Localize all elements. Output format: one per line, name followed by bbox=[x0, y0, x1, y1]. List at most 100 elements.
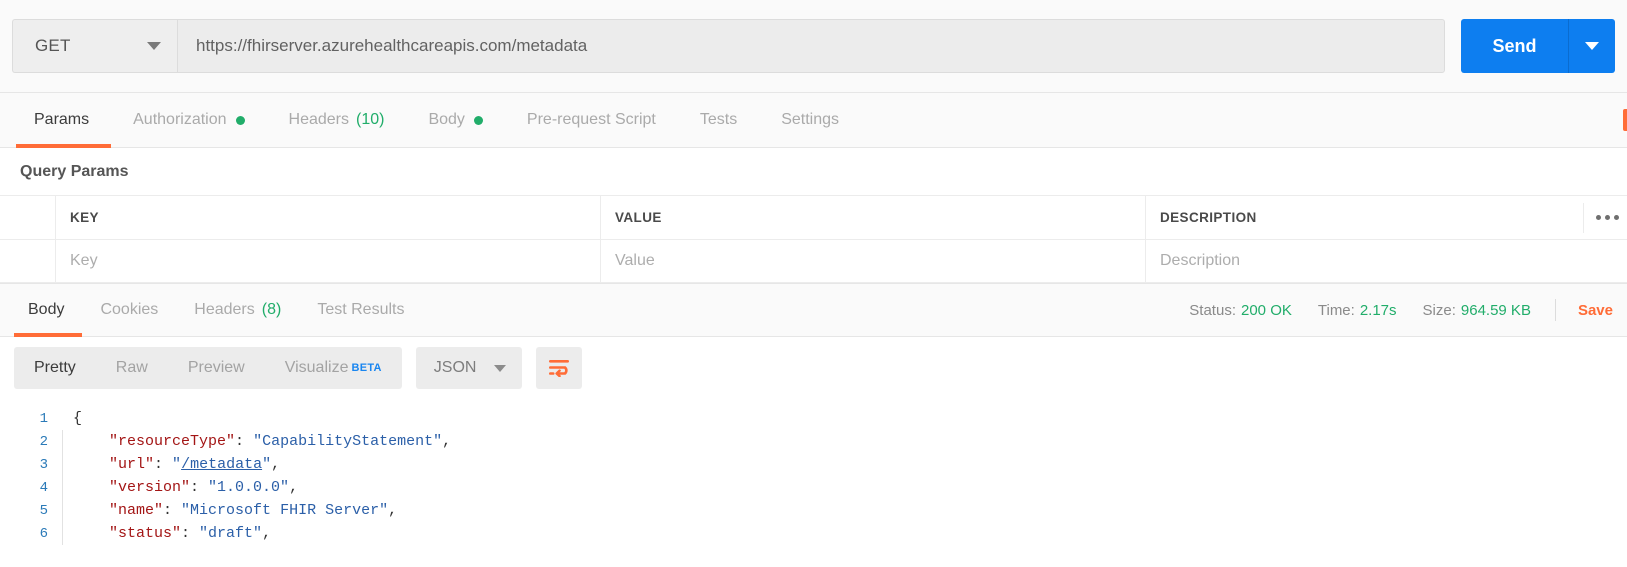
tab-label: Authorization bbox=[133, 111, 227, 128]
tab-label: Tests bbox=[699, 111, 738, 128]
code-line-number: 5 bbox=[39, 502, 48, 519]
json-punctuation: , bbox=[262, 525, 272, 542]
format-tab-label: Preview bbox=[187, 359, 245, 376]
time-label: Time: bbox=[1317, 301, 1355, 319]
json-punctuation: , bbox=[289, 479, 299, 496]
json-punctuation bbox=[73, 433, 109, 450]
json-punctuation: : bbox=[181, 525, 200, 542]
url-input[interactable]: https://fhirserver.azurehealthcareapis.c… bbox=[177, 19, 1445, 73]
response-tabs: Body Cookies Headers (8) Test Results Status… bbox=[0, 283, 1627, 337]
code-line-text: "name": "Microsoft FHIR Server", bbox=[63, 502, 397, 519]
tab-label: Headers bbox=[194, 301, 255, 318]
code-line: 1{ bbox=[0, 407, 1627, 430]
column-header-key: KEY bbox=[56, 196, 601, 239]
json-value-link[interactable]: /metadata bbox=[181, 456, 262, 473]
request-tab-headers[interactable]: Headers (10) bbox=[267, 93, 407, 148]
tab-count-badge: (10) bbox=[356, 111, 385, 128]
tab-modified-dot-icon bbox=[473, 115, 483, 125]
json-punctuation: , bbox=[388, 502, 398, 519]
meta-divider bbox=[1554, 299, 1556, 321]
column-header-value: VALUE bbox=[601, 196, 1146, 239]
http-method-select[interactable]: GET bbox=[12, 19, 177, 73]
code-line-text: "resourceType": "CapabilityStatement", bbox=[63, 433, 451, 450]
response-meta: Status: 200 OK Time: 2.17s Size: 964.59 KB … bbox=[1163, 299, 1613, 321]
format-tab-raw[interactable]: Raw bbox=[96, 347, 168, 389]
code-line-text: "status": "draft", bbox=[63, 525, 271, 542]
json-key: "status" bbox=[109, 525, 182, 542]
request-tabs: Params Authorization Headers (10) Body Pre-re… bbox=[0, 93, 1627, 148]
request-tab-pre-request-script[interactable]: Pre-request Script bbox=[505, 93, 678, 148]
json-key: "version" bbox=[109, 479, 191, 496]
request-tab-authorization[interactable]: Authorization bbox=[111, 93, 266, 148]
format-tab-pretty[interactable]: Pretty bbox=[14, 347, 96, 389]
json-key: "url" bbox=[109, 456, 155, 473]
code-line-number: 6 bbox=[39, 525, 48, 542]
status-value: 200 OK bbox=[1241, 301, 1292, 319]
json-punctuation bbox=[73, 456, 109, 473]
column-header-description: DESCRIPTION bbox=[1146, 196, 1627, 239]
request-url-bar: GET https://fhirserver.azurehealthcareap… bbox=[0, 0, 1627, 93]
code-line: 6 "status": "draft", bbox=[0, 522, 1627, 545]
chevron-down-icon bbox=[147, 42, 161, 50]
send-button-group: Send bbox=[1461, 19, 1615, 73]
request-tab-tests[interactable]: Tests bbox=[678, 93, 759, 148]
format-tab-label: Raw bbox=[115, 359, 148, 376]
response-tab-cookies[interactable]: Cookies bbox=[82, 283, 176, 337]
format-tab-preview[interactable]: Preview bbox=[168, 347, 265, 389]
save-response-link[interactable]: Save bbox=[1578, 302, 1613, 319]
bulk-edit-ellipsis-icon[interactable] bbox=[1583, 202, 1619, 233]
code-line-number: 1 bbox=[39, 410, 48, 427]
send-button[interactable]: Send bbox=[1461, 19, 1568, 73]
time-value: 2.17s bbox=[1359, 301, 1397, 319]
table-row: Key Value Description bbox=[0, 239, 1627, 283]
json-string-value: "Microsoft FHIR Server" bbox=[181, 502, 389, 519]
code-line-text: "version": "1.0.0.0", bbox=[63, 479, 298, 496]
query-params-title: Query Params bbox=[20, 162, 129, 180]
response-tab-headers[interactable]: Headers (8) bbox=[176, 283, 299, 337]
request-tabs-edge-marker bbox=[1623, 109, 1627, 131]
param-description-input[interactable]: Description bbox=[1146, 240, 1627, 282]
request-tab-body[interactable]: Body bbox=[406, 93, 504, 148]
select-all-gutter bbox=[0, 196, 56, 239]
request-tab-settings[interactable]: Settings bbox=[759, 93, 861, 148]
json-key: "name" bbox=[109, 502, 164, 519]
json-string-value: "draft" bbox=[199, 525, 263, 542]
code-line-number: 4 bbox=[39, 479, 48, 496]
code-line-text: "url": "/metadata", bbox=[63, 456, 280, 473]
query-params-table: KEY VALUE DESCRIPTION Key Value Descript… bbox=[0, 195, 1627, 283]
http-method-label: GET bbox=[35, 36, 71, 55]
tab-label: Cookies bbox=[100, 301, 159, 318]
tab-modified-dot-icon bbox=[235, 115, 245, 125]
json-punctuation bbox=[73, 479, 109, 496]
json-punctuation: { bbox=[73, 410, 83, 427]
json-punctuation: , bbox=[442, 433, 452, 450]
response-tab-body[interactable]: Body bbox=[14, 283, 83, 337]
code-line: 4 "version": "1.0.0.0", bbox=[0, 476, 1627, 499]
param-value-input[interactable]: Value bbox=[601, 240, 1146, 282]
code-line: 5 "name": "Microsoft FHIR Server", bbox=[0, 499, 1627, 522]
time-indicator: Time: 2.17s bbox=[1318, 302, 1397, 319]
json-punctuation: : bbox=[235, 433, 254, 450]
send-options-button[interactable] bbox=[1569, 19, 1615, 73]
json-punctuation: : bbox=[190, 479, 209, 496]
format-tab-label: Pretty bbox=[34, 359, 76, 376]
response-body-code[interactable]: 1{2 "resourceType": "CapabilityStatement… bbox=[0, 399, 1627, 551]
param-key-input[interactable]: Key bbox=[56, 240, 601, 282]
tab-label: Body bbox=[428, 111, 465, 128]
json-punctuation: , bbox=[271, 456, 281, 473]
row-checkbox-gutter[interactable] bbox=[0, 240, 56, 282]
tab-label: Test Results bbox=[317, 301, 405, 318]
tab-label: Params bbox=[34, 111, 90, 128]
request-tab-params[interactable]: Params bbox=[16, 93, 112, 148]
format-tab-label: Visualize bbox=[284, 359, 349, 376]
json-punctuation bbox=[73, 502, 109, 519]
query-params-header: Query Params bbox=[0, 148, 1627, 195]
response-tab-test-results[interactable]: Test Results bbox=[299, 283, 422, 337]
word-wrap-toggle-button[interactable] bbox=[536, 347, 583, 389]
size-label: Size: bbox=[1422, 301, 1456, 319]
response-format-bar: Pretty Raw Preview Visualize BETA JSON bbox=[0, 337, 1627, 399]
response-language-select[interactable]: JSON bbox=[415, 347, 523, 389]
code-line-text: { bbox=[63, 410, 82, 427]
code-line: 3 "url": "/metadata", bbox=[0, 453, 1627, 476]
format-tab-visualize[interactable]: Visualize BETA bbox=[265, 347, 402, 389]
